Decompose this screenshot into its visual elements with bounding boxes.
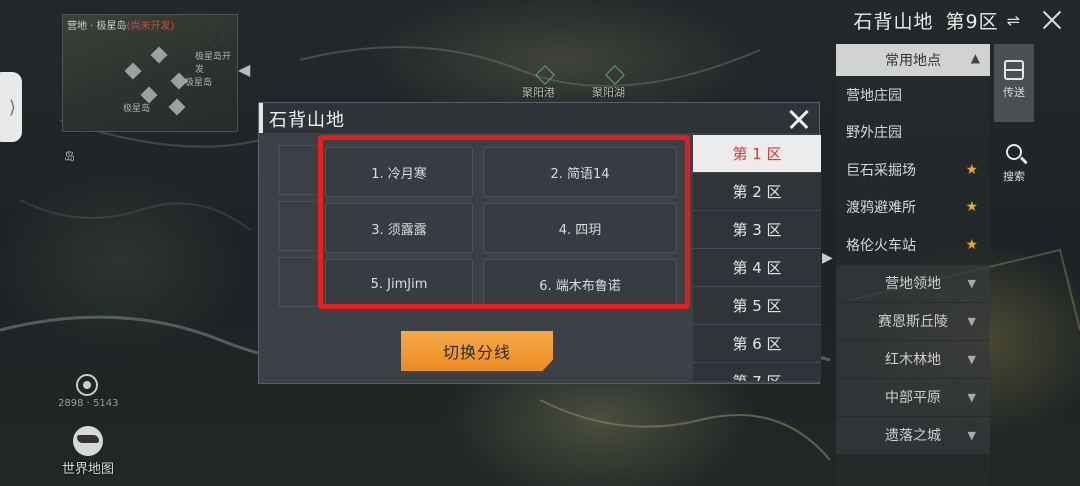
map-label: 聚阳港 bbox=[522, 86, 555, 99]
map-header: 石背山地 第9区 ⇌ bbox=[853, 0, 1080, 40]
map-label: 聚阳湖 bbox=[592, 86, 625, 99]
zone-item[interactable]: 第 5 区 bbox=[693, 287, 821, 325]
minimap-label: 极星岛 bbox=[123, 104, 151, 114]
current-zone[interactable]: 第9区 bbox=[946, 7, 999, 34]
minimap[interactable]: 营地 · 极星岛(尚未开发) 极星岛开发 极星岛 极星岛 bbox=[62, 14, 238, 132]
world-map-button[interactable]: 世界地图 bbox=[56, 426, 120, 477]
line-option[interactable]: 2. 简语14 bbox=[483, 147, 677, 197]
location-group-label: 中部平原 bbox=[885, 390, 941, 406]
location-item-label: 渡鸦避难所 bbox=[846, 200, 916, 217]
zone-item[interactable]: 第 4 区 bbox=[693, 249, 821, 287]
chevron-down-icon: ▼ bbox=[967, 390, 976, 404]
location-item-label: 野外庄园 bbox=[846, 125, 902, 142]
teleport-button[interactable]: 传送 bbox=[994, 44, 1034, 122]
map-label: 岛 bbox=[64, 150, 75, 163]
location-group-label: 遗落之城 bbox=[885, 428, 941, 444]
common-places-header[interactable]: 常用地点 ▲ bbox=[836, 44, 990, 76]
minimap-label: 极星岛 bbox=[185, 78, 213, 88]
location-group[interactable]: 中部平原 ▼ bbox=[836, 377, 990, 416]
zone-item[interactable]: 第 1 区 bbox=[693, 135, 821, 173]
line-option[interactable]: 4. 四玥 bbox=[483, 203, 677, 253]
location-group[interactable]: 红木林地 ▼ bbox=[836, 339, 990, 378]
minimap-title-note: (尚未开发) bbox=[126, 21, 175, 32]
teleport-label: 传送 bbox=[1003, 86, 1025, 99]
world-map-label: 世界地图 bbox=[61, 462, 114, 477]
chevron-down-icon: ▼ bbox=[967, 276, 976, 290]
chevron-up-icon: ▲ bbox=[970, 51, 980, 65]
chevron-down-icon: ▼ bbox=[967, 352, 976, 366]
area-title: 石背山地 bbox=[853, 10, 934, 33]
location-item[interactable]: 巨石采掘场 ★ bbox=[836, 151, 990, 189]
chevron-down-icon: ▼ bbox=[967, 428, 976, 442]
locate-self-icon[interactable] bbox=[76, 374, 98, 396]
teleport-icon bbox=[1004, 60, 1024, 80]
star-icon[interactable]: ★ bbox=[965, 237, 978, 253]
minimap-collapse-icon[interactable]: ◀ bbox=[238, 60, 250, 79]
location-item[interactable]: 渡鸦避难所 ★ bbox=[836, 189, 990, 227]
switch-line-button[interactable]: 切换分线 bbox=[401, 331, 553, 371]
location-item[interactable]: 格伦火车站 ★ bbox=[836, 226, 990, 264]
minimap-poi-icon bbox=[168, 98, 186, 116]
line-option[interactable]: 1. 冷月寒 bbox=[325, 147, 473, 197]
zone-item[interactable]: 第 2 区 bbox=[693, 173, 821, 211]
location-group[interactable]: 遗落之城 ▼ bbox=[836, 415, 990, 454]
minimap-title: 营地 · 极星岛(尚未开发) bbox=[67, 17, 174, 32]
location-group-label: 赛恩斯丘陵 bbox=[878, 314, 948, 330]
coordinates-readout: 2898 · 5143 bbox=[58, 398, 119, 409]
location-item[interactable]: 野外庄园 bbox=[836, 114, 990, 152]
search-button[interactable]: 搜索 bbox=[994, 144, 1034, 184]
switch-zone-icon[interactable]: ⇌ bbox=[1007, 11, 1020, 30]
panel-expand-icon[interactable]: ▶ bbox=[822, 250, 833, 266]
chevron-right-icon: ⟩ bbox=[8, 96, 16, 118]
zone-item[interactable]: 第 7 区 bbox=[693, 363, 821, 381]
location-group[interactable]: 营地领地 ▼ bbox=[836, 263, 990, 302]
close-icon[interactable] bbox=[785, 105, 813, 133]
line-switch-dialog: 石背山地 1. 冷月寒 2. 简语14 3. 须露露 4. 四玥 5. JimJ… bbox=[258, 102, 821, 384]
minimap-title-text: 营地 · 极星岛 bbox=[67, 21, 127, 32]
location-panel: 常用地点 ▲ 营地庄园 野外庄园 巨石采掘场 ★ 渡鸦避难所 ★ 格伦火车站 ★ 营地… bbox=[836, 44, 990, 486]
star-icon[interactable]: ★ bbox=[965, 162, 978, 178]
location-group-label: 红木林地 bbox=[885, 352, 941, 368]
location-item-label: 格伦火车站 bbox=[846, 237, 916, 254]
location-group[interactable]: 赛恩斯丘陵 ▼ bbox=[836, 301, 990, 340]
location-group-label: 营地领地 bbox=[885, 276, 941, 292]
search-icon bbox=[1006, 144, 1022, 160]
minimap-label: 极星岛开发 bbox=[195, 52, 232, 75]
dialog-title: 石背山地 bbox=[269, 110, 345, 131]
line-cell-placeholder bbox=[279, 145, 319, 195]
common-places-label: 常用地点 bbox=[885, 53, 941, 69]
zone-item[interactable]: 第 3 区 bbox=[693, 211, 821, 249]
zone-list[interactable]: 第 1 区 第 2 区 第 3 区 第 4 区 第 5 区 第 6 区 第 7 … bbox=[693, 135, 821, 381]
minimap-poi-icon bbox=[150, 46, 168, 64]
line-grid: 1. 冷月寒 2. 简语14 3. 须露露 4. 四玥 5. JimJim 6.… bbox=[279, 145, 695, 317]
location-item-label: 营地庄园 bbox=[846, 87, 902, 104]
line-option[interactable]: 5. JimJim bbox=[325, 259, 473, 309]
zone-item[interactable]: 第 6 区 bbox=[693, 325, 821, 363]
search-label: 搜索 bbox=[1003, 170, 1025, 183]
chevron-down-icon: ▼ bbox=[967, 314, 976, 328]
side-drawer-handle[interactable]: ⟩ bbox=[0, 72, 22, 142]
world-map-icon bbox=[73, 426, 103, 456]
line-option[interactable]: 3. 须露露 bbox=[325, 203, 473, 253]
line-cell-placeholder bbox=[279, 201, 319, 251]
line-cell-placeholder bbox=[279, 257, 319, 307]
line-option[interactable]: 6. 端木布鲁诺 bbox=[483, 259, 677, 309]
star-icon[interactable]: ★ bbox=[965, 199, 978, 215]
location-item-label: 巨石采掘场 bbox=[846, 162, 916, 179]
close-map-icon[interactable] bbox=[1032, 0, 1072, 40]
location-item[interactable]: 营地庄园 bbox=[836, 76, 990, 114]
minimap-poi-icon bbox=[124, 62, 142, 80]
